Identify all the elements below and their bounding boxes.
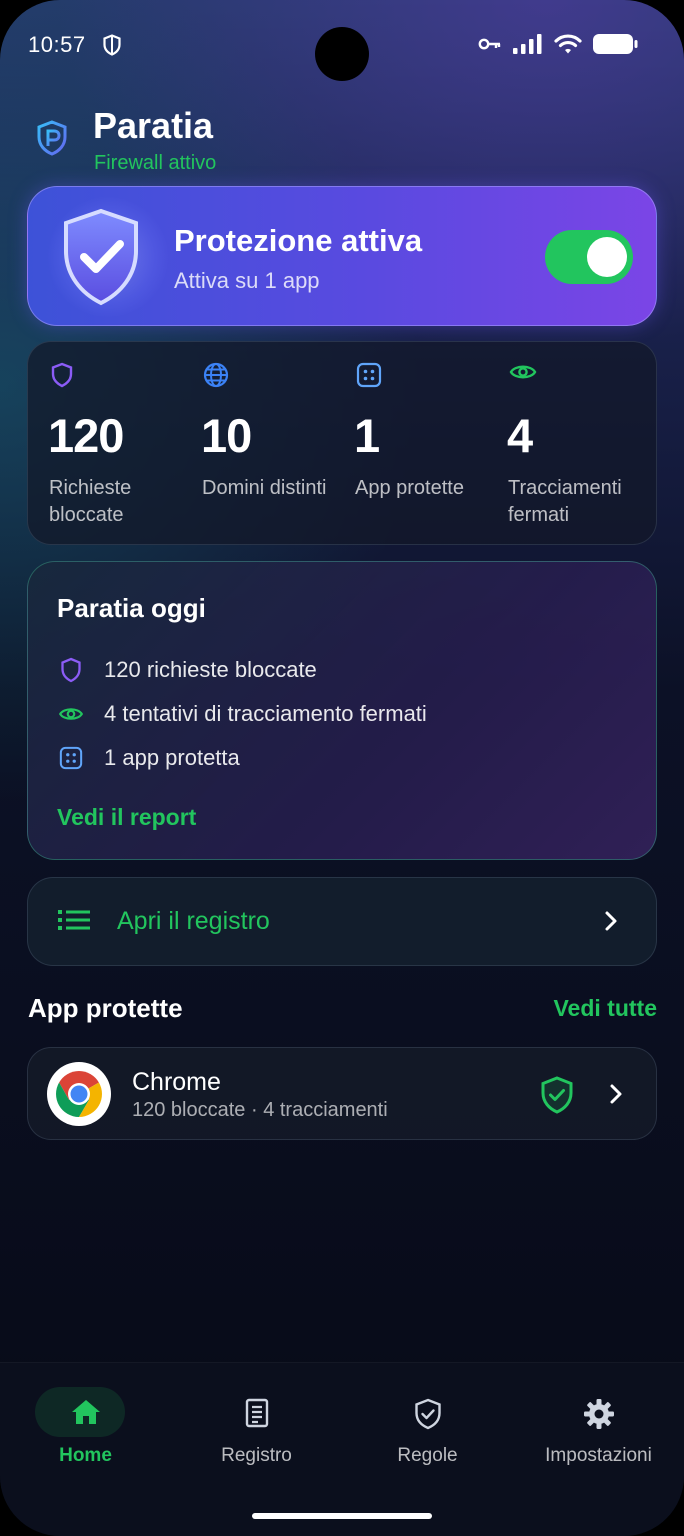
app-logo-icon: [36, 120, 68, 161]
stat-trackers-stopped: 4 Tracciamenti fermati: [487, 342, 637, 546]
stat-value: 1: [354, 409, 380, 462]
shield-icon: [58, 657, 84, 683]
today-row-text: 4 tentativi di tracciamento fermati: [104, 701, 427, 726]
today-row-text: 1 app protetta: [104, 745, 240, 770]
wifi-icon: [554, 33, 582, 60]
today-summary-card: Paratia oggi 120 richieste bloccate 4 te…: [27, 561, 657, 860]
today-row-text: 120 richieste bloccate: [104, 657, 317, 682]
today-title: Paratia oggi: [57, 593, 206, 623]
chevron-right-icon: [609, 1083, 623, 1110]
eye-icon: [58, 701, 84, 727]
nav-registro[interactable]: Registro: [171, 1363, 342, 1493]
today-row: 120 richieste bloccate: [58, 657, 317, 683]
stat-protected-apps: 1 App protette: [334, 342, 484, 546]
app-name: Chrome: [132, 1068, 221, 1096]
stat-value: 4: [507, 409, 533, 462]
nav-impostazioni[interactable]: Impostazioni: [513, 1363, 684, 1493]
protection-card[interactable]: Protezione attiva Attiva su 1 app: [27, 186, 657, 326]
battery-icon: [592, 33, 638, 60]
phone-screen: 10:57 Paratia Firewall attivo Protezione…: [0, 0, 684, 1536]
vpn-key-icon: [478, 37, 502, 56]
shield-check-icon: [540, 1076, 574, 1119]
firewall-status: Firewall attivo: [94, 152, 217, 174]
toggle-knob: [587, 237, 627, 277]
stat-value: 120: [48, 409, 124, 462]
apps-icon: [356, 362, 382, 393]
eye-icon: [509, 362, 537, 387]
shield-icon: [50, 362, 74, 393]
stat-label: Domini distinti: [202, 477, 327, 499]
home-indicator[interactable]: [252, 1513, 432, 1519]
app-list-item-chrome[interactable]: Chrome 120 bloccate · 4 tracciamenti: [27, 1047, 657, 1140]
status-bar: 10:57: [0, 0, 684, 92]
status-time: 10:57: [28, 32, 86, 57]
app-title: Paratia: [93, 105, 214, 146]
stat-value: 10: [201, 409, 252, 462]
open-registry-label: Apri il registro: [117, 907, 270, 935]
view-report-link[interactable]: Vedi il report: [57, 804, 196, 831]
chevron-right-icon: [604, 910, 618, 937]
chrome-icon: [47, 1062, 111, 1126]
shield-outline-icon: [102, 34, 122, 61]
nav-regole[interactable]: Regole: [342, 1363, 513, 1493]
stat-distinct-domains: 10 Domini distinti: [181, 342, 331, 546]
bottom-navigation: Home Registro Regole Impostazioni: [0, 1362, 684, 1536]
status-icons: [478, 33, 638, 60]
home-icon: [0, 1398, 171, 1426]
shield-check-icon: [342, 1398, 513, 1430]
nav-label: Registro: [221, 1445, 292, 1466]
nav-home[interactable]: Home: [0, 1363, 171, 1493]
open-registry-button[interactable]: Apri il registro: [27, 877, 657, 966]
nav-label: Home: [59, 1445, 112, 1466]
nav-label: Impostazioni: [545, 1445, 652, 1466]
today-row: 4 tentativi di tracciamento fermati: [58, 701, 427, 727]
protection-toggle[interactable]: [545, 230, 633, 284]
document-icon: [171, 1398, 342, 1428]
list-icon: [58, 909, 90, 936]
stat-label: Richieste bloccate: [49, 477, 132, 526]
signal-icon: [512, 33, 544, 60]
app-stats: 120 bloccate · 4 tracciamenti: [132, 1099, 388, 1121]
stat-label: App protette: [355, 477, 464, 499]
see-all-link[interactable]: Vedi tutte: [553, 995, 657, 1022]
stat-blocked-requests: 120 Richieste bloccate: [28, 342, 178, 546]
stat-label: Tracciamenti fermati: [508, 477, 622, 526]
shield-check-icon: [60, 207, 142, 312]
protection-subtitle: Attiva su 1 app: [174, 268, 320, 293]
gear-icon: [513, 1398, 684, 1430]
today-row: 1 app protetta: [58, 745, 240, 771]
stats-card: 120 Richieste bloccate 10 Domini distint…: [27, 341, 657, 545]
apps-icon: [58, 745, 84, 771]
nav-label: Regole: [397, 1445, 458, 1466]
camera-cutout: [315, 27, 369, 81]
protection-title: Protezione attiva: [174, 223, 423, 258]
protected-apps-title: App protette: [28, 993, 183, 1023]
globe-icon: [203, 362, 229, 393]
